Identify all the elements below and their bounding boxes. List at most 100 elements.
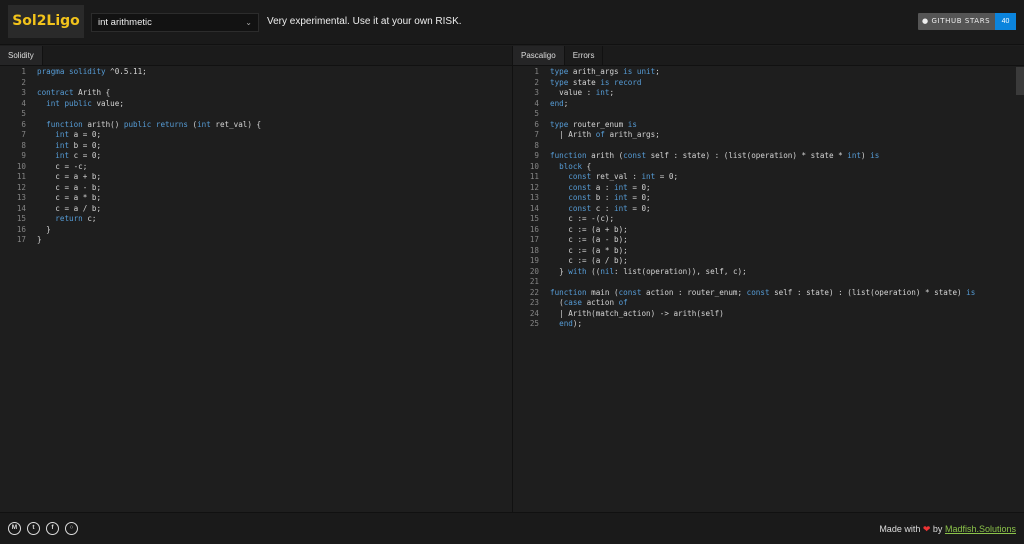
code-text: const a : int = 0;	[568, 182, 651, 192]
line-number: 11	[16, 172, 26, 181]
solidity-line: 4 int public value;	[0, 99, 512, 110]
line-number: 1	[534, 67, 539, 76]
code-text: int b = 0;	[55, 140, 102, 150]
pascaligo-line: 19 c := (a / b);	[513, 256, 1024, 267]
line-number: 10	[529, 161, 539, 171]
line-number: 21	[529, 277, 539, 286]
code-text: } with ((nil: list(operation)), self, c)…	[550, 266, 747, 276]
pascaligo-line: 15 c := -(c);	[513, 214, 1024, 225]
line-number: 3	[534, 88, 539, 97]
footer: M t f ○ Made with ❤ by Madfish.Solutions	[0, 512, 1024, 544]
pascaligo-line: 6 type router_enum is	[513, 120, 1024, 131]
tab-solidity[interactable]: Solidity	[0, 46, 43, 65]
warning-text: Very experimental. Use it at your own RI…	[267, 16, 462, 27]
code-text: int c = 0;	[55, 151, 102, 160]
code-text: end;	[550, 98, 569, 108]
solidity-line: 12 c = a - b;	[0, 183, 512, 194]
solidity-line: 3 contract Arith {	[0, 88, 512, 99]
code-text: (case action of	[550, 298, 628, 307]
madfish-link[interactable]: Madfish.Solutions	[945, 524, 1016, 534]
line-number: 12	[529, 182, 539, 192]
left-tabs: Solidity	[0, 46, 512, 66]
code-text: contract Arith {	[37, 88, 111, 97]
code-text: type arith_args is unit;	[550, 67, 660, 76]
pascaligo-line: 10 block {	[513, 162, 1024, 173]
pascaligo-line: 7 | Arith of arith_args;	[513, 130, 1024, 141]
solidity-line: 17}	[0, 235, 512, 246]
code-text: const c : int = 0;	[568, 203, 651, 213]
line-number: 2	[21, 77, 26, 87]
solidity-editor[interactable]: 1 pragma solidity ^0.5.11; 2 3 contract Arit…	[0, 66, 512, 246]
example-select[interactable]: int arithmetic ⌄	[91, 13, 259, 32]
code-text: | Arith(match_action) -> arith(self)	[550, 308, 724, 318]
solidity-line: 6 function arith() public returns (int r…	[0, 120, 512, 131]
twitter-icon[interactable]: t	[27, 522, 40, 535]
line-number: 13	[16, 193, 26, 202]
code-text: pragma solidity ^0.5.11;	[37, 67, 147, 76]
pascaligo-line: 5	[513, 109, 1024, 120]
code-text: function arith() public returns (int ret…	[46, 119, 262, 129]
example-select-value: int arithmetic	[98, 17, 152, 28]
line-number: 11	[529, 172, 539, 181]
line-number: 18	[529, 245, 539, 255]
code-text: c := (a * b);	[568, 245, 628, 255]
github-stars-button[interactable]: ● GITHUB STARS 40	[918, 13, 1016, 30]
line-number: 22	[529, 287, 539, 297]
pascaligo-line: 21	[513, 277, 1024, 288]
pascaligo-editor[interactable]: 1 type arith_args is unit; 2 type state is …	[513, 66, 1024, 330]
pascaligo-line: 23 (case action of	[513, 298, 1024, 309]
line-number: 3	[21, 88, 26, 97]
code-text: c := (a + b);	[568, 224, 628, 234]
code-text: return c;	[55, 214, 97, 223]
solidity-line: 2	[0, 78, 512, 89]
pascaligo-line: 1 type arith_args is unit;	[513, 67, 1024, 78]
line-number: 1	[21, 67, 26, 76]
pascaligo-line: 18 c := (a * b);	[513, 246, 1024, 257]
heart-icon: ❤	[922, 524, 931, 534]
solidity-line: 10 c = -c;	[0, 162, 512, 173]
code-text: block {	[559, 161, 592, 171]
medium-icon[interactable]: M	[8, 522, 21, 535]
line-number: 19	[529, 256, 539, 265]
code-text: }	[37, 224, 51, 234]
facebook-icon[interactable]: f	[46, 522, 59, 535]
pascaligo-line: 8	[513, 141, 1024, 152]
logo[interactable]: Sol2Ligo	[8, 5, 84, 38]
line-number: 7	[534, 130, 539, 139]
line-number: 15	[16, 214, 26, 223]
tab-pascaligo[interactable]: Pascaligo	[513, 46, 565, 65]
line-number: 16	[16, 224, 26, 234]
line-number: 23	[529, 298, 539, 307]
solidity-line: 16 }	[0, 225, 512, 236]
pascaligo-line: 16 c := (a + b);	[513, 225, 1024, 236]
pascaligo-line: 3 value : int;	[513, 88, 1024, 99]
line-number: 10	[16, 161, 26, 171]
solidity-line: 13 c = a * b;	[0, 193, 512, 204]
code-text: int a = 0;	[55, 130, 102, 139]
line-number: 6	[21, 119, 26, 129]
line-number: 7	[21, 130, 26, 139]
scrollbar[interactable]	[1016, 67, 1024, 95]
solidity-line: 14 c = a / b;	[0, 204, 512, 215]
code-text: function main (const action : router_enu…	[550, 287, 976, 297]
pascaligo-line: 13 const b : int = 0;	[513, 193, 1024, 204]
right-tabs: Pascaligo Errors	[513, 46, 1024, 66]
code-text: function arith (const self : state) : (l…	[550, 151, 880, 160]
pascaligo-line: 9 function arith (const self : state) : (…	[513, 151, 1024, 162]
code-text: const ret_val : int = 0;	[568, 172, 679, 181]
line-number: 8	[534, 140, 539, 150]
pascaligo-line: 25 end);	[513, 319, 1024, 330]
solidity-panel: Solidity 1 pragma solidity ^0.5.11; 2 3 cont…	[0, 46, 512, 512]
code-text: c = a - b;	[55, 182, 102, 192]
code-text: end);	[559, 319, 583, 328]
code-text: c = a * b;	[55, 193, 102, 202]
line-number: 2	[534, 77, 539, 87]
tab-errors[interactable]: Errors	[565, 46, 604, 65]
code-text: type router_enum is	[550, 119, 637, 129]
pascaligo-line: 4 end;	[513, 99, 1024, 110]
line-number: 24	[529, 308, 539, 318]
github-icon[interactable]: ○	[65, 522, 78, 535]
code-text: c = a / b;	[55, 203, 102, 213]
pascaligo-line: 20 } with ((nil: list(operation)), self,…	[513, 267, 1024, 278]
top-bar: Sol2Ligo int arithmetic ⌄ Very experimen…	[0, 0, 1024, 45]
